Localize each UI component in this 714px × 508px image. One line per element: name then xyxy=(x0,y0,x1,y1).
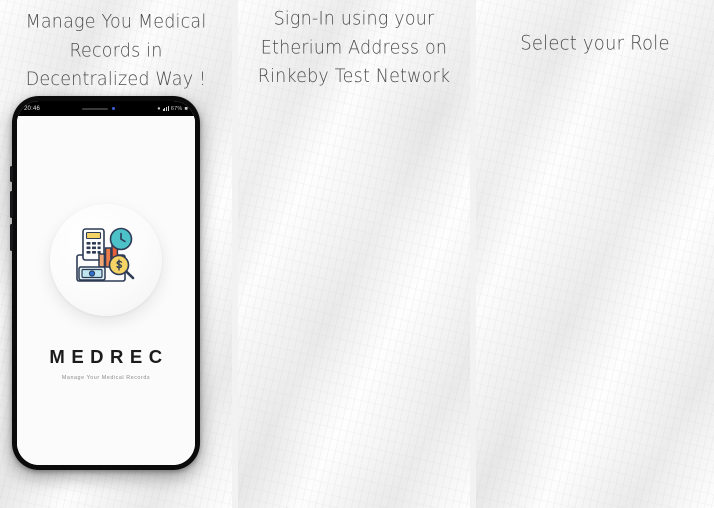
notch-speaker xyxy=(82,107,109,110)
app-brand-name: MEDREC xyxy=(49,346,169,367)
medical-records-chart-icon xyxy=(69,223,143,298)
phone-side-button-volume-up xyxy=(10,191,13,218)
status-clock: 20:46 xyxy=(24,105,41,112)
screenshot-stage: Manage You Medical Records in Decentralize… xyxy=(0,0,714,508)
promo-panel-2: Sign-In using your Etherium Address on Rin… xyxy=(238,0,470,508)
panel-3-caption: Select your Role xyxy=(520,32,670,55)
panel-2-caption: Sign-In using your Etherium Address on Rin… xyxy=(257,8,451,88)
splash-screen: MEDREC Manage Your Medical Records xyxy=(17,116,195,465)
battery-percent: 67% xyxy=(170,105,183,112)
app-logo-badge xyxy=(50,204,162,316)
phone-body-1: MEDREC Manage Your Medical Records xyxy=(17,116,195,465)
phone-side-button-mute xyxy=(10,166,13,182)
status-indicators-1: ● 67% ■ xyxy=(157,106,188,112)
signal-icon xyxy=(162,106,169,111)
notch-camera xyxy=(112,107,116,110)
wifi-icon: ● xyxy=(157,105,161,112)
promo-panel-3: Select your Role 20:52 ● 67% ■ xyxy=(476,0,714,508)
app-tagline: Manage Your Medical Records xyxy=(61,375,151,381)
panel-1-caption: Manage You Medical Records in Decentralize… xyxy=(25,11,207,91)
battery-icon: ■ xyxy=(184,105,188,112)
phone-side-button-volume-down xyxy=(10,224,13,251)
phone-screen-1: 20:46 ● 67% ■ MEDREC Manage Your Medical… xyxy=(17,101,195,465)
panel-background-texture xyxy=(476,0,714,508)
promo-panel-1: Manage You Medical Records in Decentralize… xyxy=(0,0,232,508)
status-notch xyxy=(82,107,116,110)
status-bar-1: 20:46 ● 67% ■ xyxy=(17,101,195,116)
phone-mockup-1: 20:46 ● 67% ■ MEDREC Manage Your Medical… xyxy=(10,96,200,470)
